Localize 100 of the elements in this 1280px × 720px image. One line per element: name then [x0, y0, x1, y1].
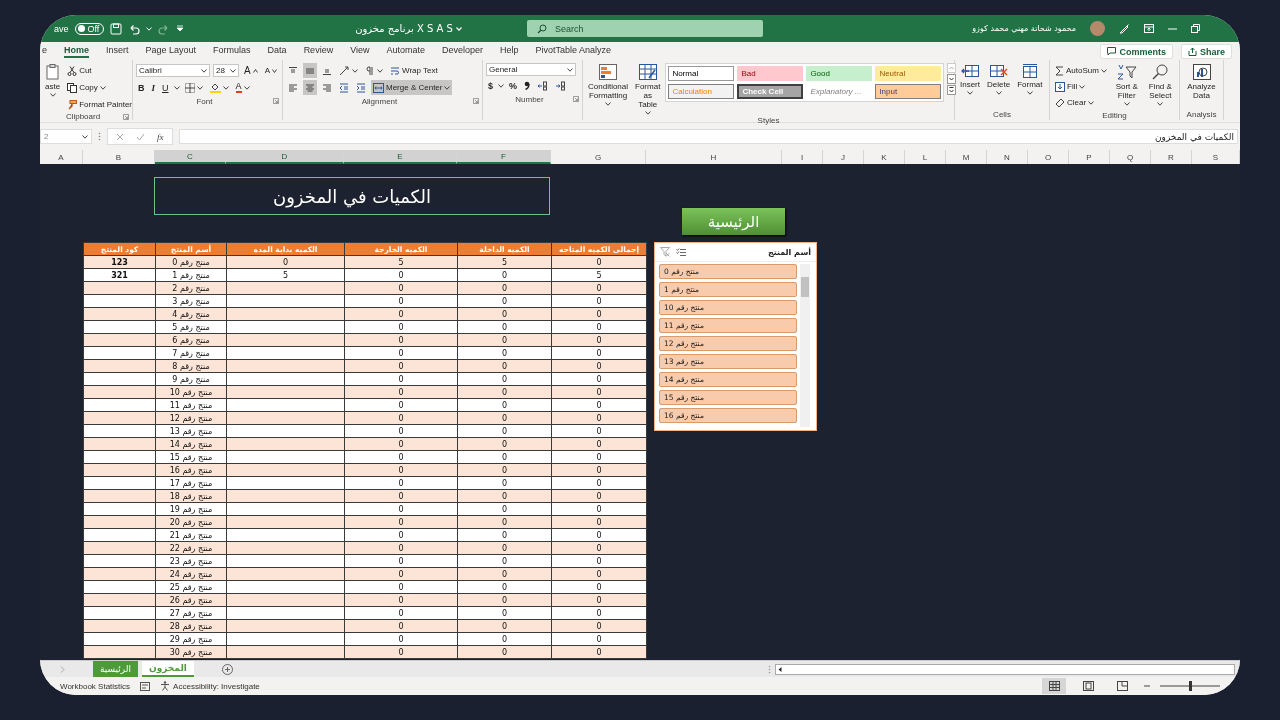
number-format-field[interactable]: General: [486, 63, 576, 76]
horizontal-scrollbar[interactable]: [775, 663, 1235, 675]
search-field[interactable]: Search: [527, 20, 763, 37]
macro-icon[interactable]: [140, 681, 151, 691]
cut-button[interactable]: Cut: [65, 63, 135, 78]
ribbon-tab[interactable]: Help: [500, 43, 519, 58]
ribbon-tab[interactable]: Insert: [106, 43, 129, 58]
cancel-icon[interactable]: [116, 132, 124, 141]
caret-icon: [82, 134, 88, 139]
zoom-slider-thumb[interactable]: [1189, 681, 1192, 691]
caret-icon: [1079, 84, 1086, 89]
analyze-data-button[interactable]: Analyze Data: [1183, 63, 1220, 101]
copy-button[interactable]: Copy: [65, 80, 135, 95]
paste-button[interactable]: aste: [43, 63, 63, 98]
dialog-launcher-icon[interactable]: [273, 98, 279, 104]
font-size-field[interactable]: 28: [213, 64, 239, 77]
ribbon-tab[interactable]: Formulas: [213, 43, 251, 58]
shrink-font-button[interactable]: A: [262, 63, 279, 78]
ribbon-tab[interactable]: Data: [267, 43, 287, 58]
caret-icon: [196, 85, 203, 90]
ribbon-tab[interactable]: e: [42, 43, 47, 58]
cell-style[interactable]: Input: [875, 84, 942, 99]
grow-font-button[interactable]: A: [242, 63, 260, 78]
normal-view-button[interactable]: [1042, 678, 1066, 694]
format-painter-button[interactable]: Format Painter: [65, 97, 135, 112]
page-layout-view-icon: [1082, 681, 1094, 691]
more-styles-icon[interactable]: [947, 85, 957, 95]
font-name-field[interactable]: Calibri: [136, 64, 211, 77]
document-title[interactable]: برنامج مخزون X S A S: [355, 23, 462, 34]
autosave-label: ave: [54, 23, 69, 34]
dialog-launcher-icon[interactable]: [123, 113, 129, 120]
format-button[interactable]: Format: [1015, 63, 1045, 96]
ribbon-tab[interactable]: Developer: [442, 43, 484, 58]
column-header[interactable]: F: [457, 150, 551, 164]
italic-button[interactable]: I: [149, 80, 157, 95]
ribbon-tab[interactable]: PivotTable Analyze: [535, 43, 612, 58]
insert-function-button[interactable]: fx: [157, 131, 164, 142]
fill-button[interactable]: Fill: [1053, 79, 1109, 94]
cell-style[interactable]: Good: [806, 66, 873, 81]
dialog-launcher-icon[interactable]: [473, 98, 479, 104]
conditional-formatting-button[interactable]: Conditional Formatting: [586, 63, 631, 107]
clear-button[interactable]: Clear: [1053, 95, 1109, 110]
sheet-tab[interactable]: المخزون: [142, 661, 194, 677]
format-as-table-button[interactable]: Format as Table: [633, 63, 663, 116]
ribbon-display-icon[interactable]: [1144, 24, 1154, 33]
restore-icon[interactable]: [1191, 24, 1200, 33]
ribbon-tab[interactable]: Page Layout: [145, 43, 197, 58]
percent-button[interactable]: %: [507, 78, 520, 93]
pen-icon[interactable]: [1119, 23, 1130, 34]
align-left-icon: [288, 82, 298, 93]
find-select-button[interactable]: Find & Select: [1144, 63, 1176, 107]
cell-style[interactable]: Neutral: [875, 66, 942, 81]
cell-style[interactable]: Normal: [668, 66, 735, 81]
cell-style[interactable]: Bad: [737, 66, 804, 81]
underline-button[interactable]: U: [160, 80, 171, 95]
ribbon-tab[interactable]: Automate: [386, 43, 426, 58]
autosum-button[interactable]: AutoSum: [1053, 63, 1109, 78]
ribbon-tab[interactable]: Review: [303, 43, 334, 58]
caret-up-icon: [252, 68, 258, 73]
customize-icon[interactable]: [176, 25, 185, 32]
caret-icon: [222, 85, 229, 90]
currency-button[interactable]: $: [486, 78, 495, 93]
comma-icon: [524, 81, 531, 90]
formula-field[interactable]: الكميات في المخزون: [178, 129, 1238, 144]
borders-button[interactable]: [182, 80, 205, 95]
orientation-button[interactable]: [337, 63, 360, 78]
workbook-statistics-button[interactable]: Workbook Statistics: [60, 681, 131, 691]
group-label: Cells: [992, 109, 1012, 119]
save-icon[interactable]: [110, 22, 123, 35]
undo-icon[interactable]: [128, 22, 141, 35]
accessibility-button[interactable]: Accessibility: Investigate: [160, 681, 260, 691]
clear-filter-icon[interactable]: [660, 247, 670, 257]
wrap-text-button[interactable]: Wrap Text: [388, 63, 440, 78]
group-label: Styles: [756, 116, 781, 125]
merge-center-button[interactable]: Merge & Center: [371, 80, 453, 95]
share-icon: [1188, 47, 1197, 56]
insert-button[interactable]: Insert: [958, 63, 982, 96]
title-box: الكميات في المخزون: [154, 177, 550, 215]
caret-icon: [444, 85, 451, 90]
column-header[interactable]: E: [344, 150, 457, 164]
multi-select-icon[interactable]: [676, 247, 686, 257]
brush-icon: [67, 99, 78, 110]
delete-button[interactable]: Delete: [985, 63, 1013, 96]
share-button[interactable]: Share: [1181, 44, 1232, 59]
ribbon-tab[interactable]: View: [350, 43, 370, 58]
column-header[interactable]: D: [226, 150, 344, 164]
comment-icon: [1107, 47, 1117, 56]
dialog-launcher-icon[interactable]: [573, 96, 579, 102]
font-color-button[interactable]: A: [233, 80, 252, 95]
add-sheet-icon[interactable]: [221, 663, 233, 675]
scroll-left-icon[interactable]: [776, 664, 784, 674]
caret-icon: [49, 93, 56, 97]
sort-filter-button[interactable]: Sort & Filter: [1111, 63, 1142, 107]
scrollbar[interactable]: [800, 264, 810, 427]
bold-button[interactable]: B: [136, 80, 147, 95]
column-header[interactable]: C: [155, 150, 226, 164]
comments-button[interactable]: Comments: [1100, 44, 1173, 59]
text-direction-button[interactable]: [363, 63, 385, 78]
sheet-tab[interactable]: الرئيسية: [93, 661, 138, 677]
name-box[interactable]: 2: [40, 129, 92, 144]
